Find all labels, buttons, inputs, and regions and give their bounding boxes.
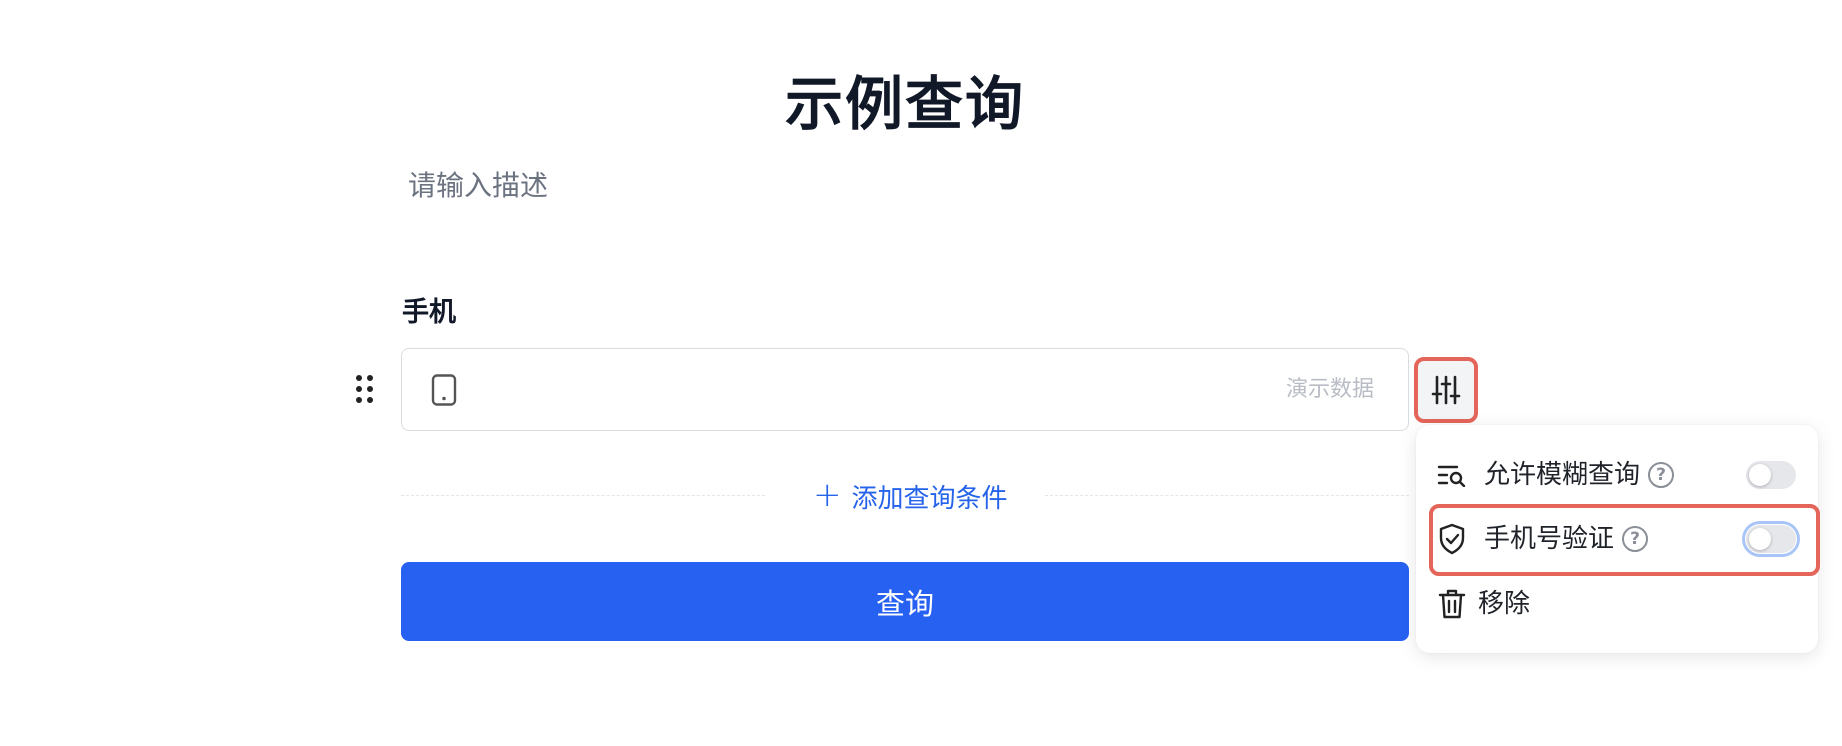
add-condition-label: 添加查询条件 xyxy=(851,483,1008,514)
demo-data-hint: 演示数据 xyxy=(1285,377,1374,402)
phone-validation-toggle[interactable] xyxy=(1742,521,1800,557)
page-title[interactable]: 示例查询 xyxy=(400,62,1410,146)
menu-item-label: 允许模糊查询 xyxy=(1484,460,1641,490)
sliders-icon xyxy=(1431,375,1461,405)
form-builder-page: 示例查询 请输入描述 手机 演示数据 + 添加查询条件 查询 允许模糊查询 ? … xyxy=(0,0,1842,746)
add-condition-row: + 添加查询条件 xyxy=(401,476,1409,516)
description-placeholder[interactable]: 请输入描述 xyxy=(408,166,548,206)
help-icon[interactable]: ? xyxy=(1622,526,1648,552)
mobile-phone-icon xyxy=(431,374,457,406)
divider-left xyxy=(401,495,765,496)
add-condition-button[interactable]: + 添加查询条件 xyxy=(813,476,1008,516)
menu-item-phone-validation[interactable]: 手机号验证 ? xyxy=(1416,509,1818,569)
drag-handle-icon[interactable] xyxy=(356,375,374,405)
phone-input-field[interactable]: 演示数据 xyxy=(401,348,1409,431)
field-label-phone[interactable]: 手机 xyxy=(402,294,456,332)
shield-check-icon xyxy=(1436,523,1468,555)
toggle-knob xyxy=(1749,464,1771,486)
plus-icon: + xyxy=(813,474,842,515)
query-button[interactable]: 查询 xyxy=(401,562,1409,641)
help-icon[interactable]: ? xyxy=(1648,462,1674,488)
menu-item-remove[interactable]: 移除 xyxy=(1416,574,1818,634)
menu-item-label: 移除 xyxy=(1478,589,1531,619)
fuzzy-search-icon xyxy=(1436,459,1468,491)
trash-icon xyxy=(1436,588,1468,620)
field-settings-button[interactable] xyxy=(1414,357,1478,423)
menu-item-fuzzy-search[interactable]: 允许模糊查询 ? xyxy=(1416,445,1818,505)
menu-item-label: 手机号验证 xyxy=(1484,524,1615,554)
divider-right xyxy=(1045,495,1409,496)
toggle-knob xyxy=(1749,528,1771,550)
phone-input[interactable] xyxy=(482,359,1262,419)
fuzzy-search-toggle[interactable] xyxy=(1746,461,1796,489)
